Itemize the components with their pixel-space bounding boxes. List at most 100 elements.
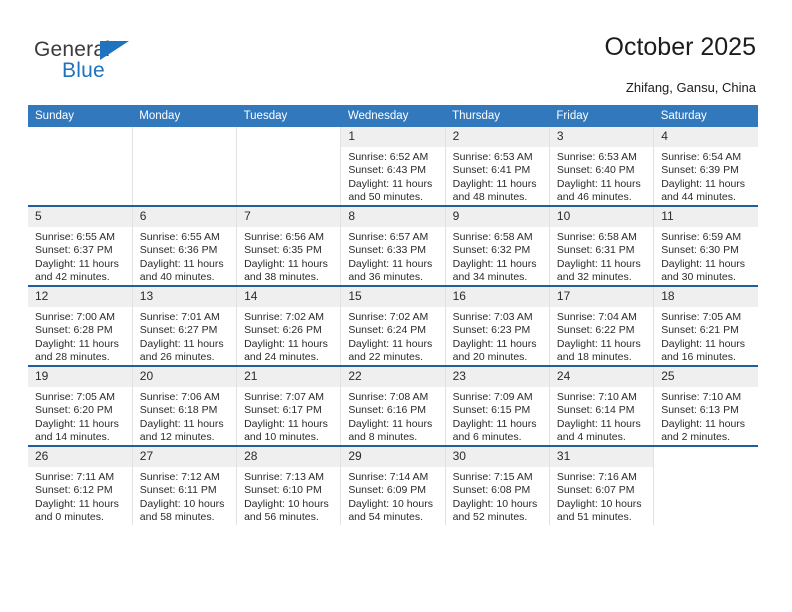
calendar-week-row: 12 Sunrise: 7:00 AM Sunset: 6:28 PM Dayligh…	[28, 285, 758, 366]
day-number: 31	[549, 447, 654, 467]
daylight-text-line2: and 20 minutes.	[452, 351, 528, 364]
day-details: Sunrise: 7:10 AM Sunset: 6:13 PM Daylight:…	[654, 387, 758, 445]
sunset-text: Sunset: 6:31 PM	[556, 244, 635, 257]
sunset-text: Sunset: 6:39 PM	[661, 164, 739, 177]
day-number: 4	[654, 127, 758, 147]
day-details: Sunrise: 7:08 AM Sunset: 6:16 PM Daylight:…	[341, 387, 444, 445]
sunset-text: Sunset: 6:16 PM	[348, 404, 426, 417]
sunset-text: Sunset: 6:33 PM	[348, 244, 426, 257]
sunrise-text: Sunrise: 6:52 AM	[348, 151, 429, 163]
day-details: Sunrise: 6:59 AM Sunset: 6:30 PM Daylight:…	[654, 227, 758, 285]
day-cell[interactable]: 9 Sunrise: 6:58 AM Sunset: 6:32 PM Daylight…	[444, 205, 550, 286]
day-number: 11	[654, 207, 758, 227]
day-details: Sunrise: 7:14 AM Sunset: 6:09 PM Daylight:…	[341, 467, 444, 525]
day-cell[interactable]: 23 Sunrise: 7:09 AM Sunset: 6:15 PM Dayligh…	[444, 365, 550, 446]
sunrise-text: Sunrise: 7:12 AM	[139, 471, 220, 483]
day-number: 3	[549, 127, 654, 147]
sunrise-text: Sunrise: 6:58 AM	[556, 231, 637, 243]
daylight-text-line1: Daylight: 11 hours	[244, 417, 328, 430]
daylight-text-line1: Daylight: 11 hours	[139, 257, 224, 270]
day-cell[interactable]: 11 Sunrise: 6:59 AM Sunset: 6:30 PM Dayligh…	[653, 205, 758, 286]
page-title: October 2025	[604, 33, 757, 61]
day-number: 20	[132, 367, 237, 387]
day-details: Sunrise: 6:55 AM Sunset: 6:37 PM Daylight:…	[28, 227, 132, 285]
day-number: 22	[341, 367, 445, 387]
daylight-text-line2: and 0 minutes.	[35, 511, 104, 524]
sunset-text: Sunset: 6:20 PM	[35, 404, 113, 417]
daylight-text-line2: and 32 minutes.	[556, 271, 632, 284]
day-cell[interactable]: 18 Sunrise: 7:05 AM Sunset: 6:21 PM Dayligh…	[653, 285, 758, 366]
sunrise-text: Sunrise: 7:09 AM	[452, 391, 533, 403]
day-cell[interactable]: 20 Sunrise: 7:06 AM Sunset: 6:18 PM Dayligh…	[131, 365, 237, 446]
daylight-text-line2: and 14 minutes.	[35, 431, 110, 444]
day-details: Sunrise: 6:53 AM Sunset: 6:40 PM Daylight:…	[550, 147, 653, 205]
day-cell[interactable]: 4 Sunrise: 6:54 AM Sunset: 6:39 PM Daylight…	[653, 127, 758, 206]
day-cell[interactable]: 15 Sunrise: 7:02 AM Sunset: 6:24 PM Dayligh…	[340, 285, 446, 366]
day-cell[interactable]: 26 Sunrise: 7:11 AM Sunset: 6:12 PM Dayligh…	[28, 445, 133, 525]
day-cell[interactable]: 16 Sunrise: 7:03 AM Sunset: 6:23 PM Dayligh…	[444, 285, 550, 366]
daylight-text-line2: and 42 minutes.	[35, 271, 110, 284]
sunrise-text: Sunrise: 7:04 AM	[556, 311, 637, 323]
daylight-text-line1: Daylight: 10 hours	[139, 497, 225, 510]
day-cell[interactable]: 25 Sunrise: 7:10 AM Sunset: 6:13 PM Dayligh…	[653, 365, 758, 446]
day-cell[interactable]: 13 Sunrise: 7:01 AM Sunset: 6:27 PM Dayligh…	[131, 285, 237, 366]
generalblue-logo[interactable]: General Blue	[34, 38, 154, 82]
sunrise-text: Sunrise: 7:15 AM	[452, 471, 533, 483]
sunrise-text: Sunrise: 6:56 AM	[244, 231, 325, 243]
sunrise-text: Sunrise: 6:55 AM	[35, 231, 115, 243]
day-details: Sunrise: 6:53 AM Sunset: 6:41 PM Daylight:…	[446, 147, 549, 205]
day-cell[interactable]: 2 Sunrise: 6:53 AM Sunset: 6:41 PM Daylight…	[444, 127, 550, 206]
daylight-text-line1: Daylight: 11 hours	[35, 497, 119, 510]
day-cell[interactable]: 24 Sunrise: 7:10 AM Sunset: 6:14 PM Dayligh…	[548, 365, 654, 446]
day-number: 13	[132, 287, 237, 307]
daylight-text-line1: Daylight: 11 hours	[139, 417, 224, 430]
day-number: 2	[445, 127, 549, 147]
day-cell[interactable]: 5 Sunrise: 6:55 AM Sunset: 6:37 PM Daylight…	[28, 205, 133, 286]
daylight-text-line1: Daylight: 10 hours	[452, 497, 538, 510]
sunset-text: Sunset: 6:11 PM	[139, 484, 217, 497]
sunset-text: Sunset: 6:37 PM	[35, 244, 113, 257]
day-cell[interactable]: 1 Sunrise: 6:52 AM Sunset: 6:43 PM Daylight…	[340, 127, 446, 206]
day-details: Sunrise: 7:02 AM Sunset: 6:24 PM Daylight:…	[341, 307, 444, 365]
day-cell[interactable]: 27 Sunrise: 7:12 AM Sunset: 6:11 PM Dayligh…	[131, 445, 237, 525]
daylight-text-line2: and 46 minutes.	[556, 191, 632, 204]
day-cell[interactable]: 3 Sunrise: 6:53 AM Sunset: 6:40 PM Daylight…	[548, 127, 654, 206]
day-cell[interactable]: 6 Sunrise: 6:55 AM Sunset: 6:36 PM Daylight…	[131, 205, 237, 286]
sunrise-text: Sunrise: 6:58 AM	[452, 231, 533, 243]
day-cell[interactable]: 8 Sunrise: 6:57 AM Sunset: 6:33 PM Daylight…	[340, 205, 446, 286]
sunrise-text: Sunrise: 7:08 AM	[348, 391, 429, 403]
sunrise-text: Sunrise: 7:02 AM	[348, 311, 429, 323]
day-number: 27	[132, 447, 237, 467]
day-cell[interactable]: 14 Sunrise: 7:02 AM Sunset: 6:26 PM Dayligh…	[236, 285, 341, 366]
day-number: 10	[549, 207, 654, 227]
daylight-text-line1: Daylight: 11 hours	[556, 337, 641, 350]
daylight-text-line2: and 8 minutes.	[348, 431, 418, 444]
sunset-text: Sunset: 6:40 PM	[556, 164, 635, 177]
day-cell[interactable]: 19 Sunrise: 7:05 AM Sunset: 6:20 PM Dayligh…	[28, 365, 133, 446]
daylight-text-line2: and 6 minutes.	[452, 431, 522, 444]
day-cell[interactable]: 17 Sunrise: 7:04 AM Sunset: 6:22 PM Dayligh…	[548, 285, 654, 366]
day-cell[interactable]: 29 Sunrise: 7:14 AM Sunset: 6:09 PM Dayligh…	[340, 445, 446, 525]
daylight-text-line2: and 44 minutes.	[661, 191, 736, 204]
weekday-header-saturday: Saturday	[653, 105, 758, 127]
day-cell[interactable]: 30 Sunrise: 7:15 AM Sunset: 6:08 PM Dayligh…	[444, 445, 550, 525]
day-cell[interactable]: 28 Sunrise: 7:13 AM Sunset: 6:10 PM Dayligh…	[236, 445, 341, 525]
day-cell[interactable]: 21 Sunrise: 7:07 AM Sunset: 6:17 PM Dayligh…	[236, 365, 341, 446]
day-number: 8	[341, 207, 445, 227]
day-cell[interactable]: 10 Sunrise: 6:58 AM Sunset: 6:31 PM Dayligh…	[548, 205, 654, 286]
weekday-header-sunday: Sunday	[28, 105, 133, 127]
day-cell[interactable]: 22 Sunrise: 7:08 AM Sunset: 6:16 PM Dayligh…	[340, 365, 446, 446]
calendar-week-row: 5 Sunrise: 6:55 AM Sunset: 6:37 PM Daylight…	[28, 205, 758, 286]
day-number: 28	[237, 447, 341, 467]
sunset-text: Sunset: 6:28 PM	[35, 324, 113, 337]
day-cell[interactable]: 31 Sunrise: 7:16 AM Sunset: 6:07 PM Dayligh…	[548, 445, 654, 525]
day-cell[interactable]: 12 Sunrise: 7:00 AM Sunset: 6:28 PM Dayligh…	[28, 285, 133, 366]
day-number: 29	[341, 447, 445, 467]
sunrise-text: Sunrise: 7:03 AM	[452, 311, 533, 323]
day-details: Sunrise: 6:58 AM Sunset: 6:31 PM Daylight:…	[550, 227, 653, 285]
daylight-text-line1: Daylight: 11 hours	[244, 337, 328, 350]
day-details: Sunrise: 7:03 AM Sunset: 6:23 PM Daylight:…	[446, 307, 549, 365]
calendar-body: 1 Sunrise: 6:52 AM Sunset: 6:43 PM Daylight…	[28, 127, 758, 525]
daylight-text-line1: Daylight: 11 hours	[661, 417, 746, 430]
day-cell[interactable]: 7 Sunrise: 6:56 AM Sunset: 6:35 PM Daylight…	[236, 205, 341, 286]
